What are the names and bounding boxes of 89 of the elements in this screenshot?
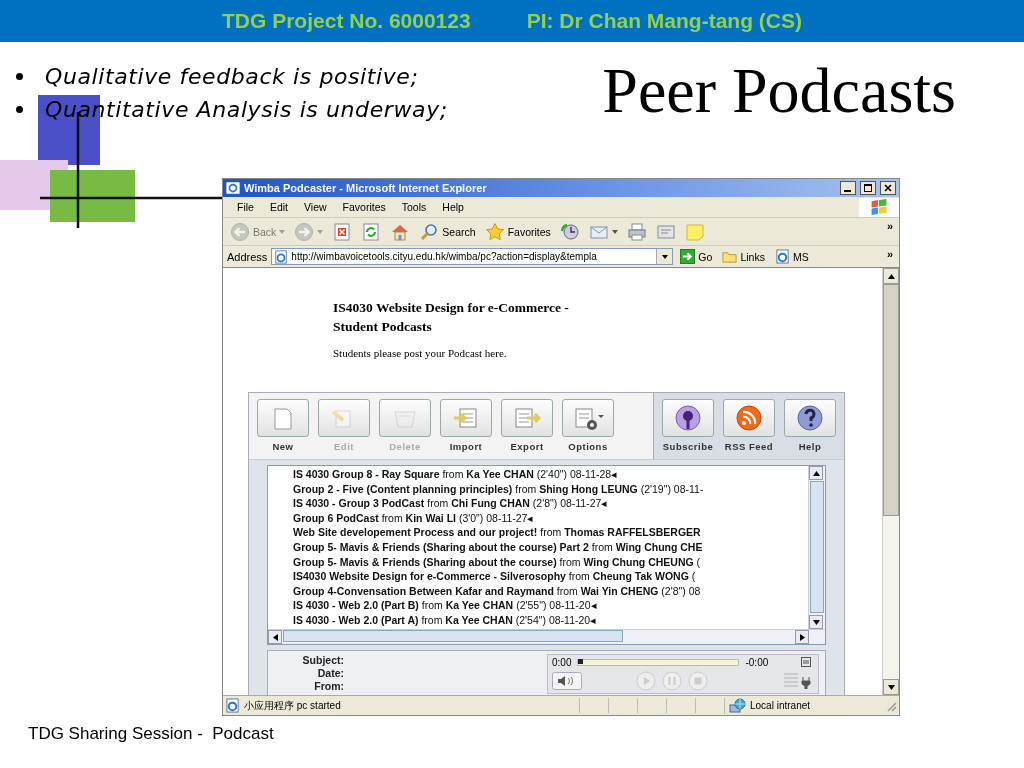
episode-row[interactable]: IS 4030 - Web 2.0 (Part B) from Ka Yee CHAN (2'55") 08-11-20◂: [293, 598, 808, 613]
scrollbar[interactable]: [268, 629, 825, 644]
episode-row[interactable]: Group 4-Convensation Between Kafar and Raymand from Wai Yin CHENG (2'8") 08: [293, 583, 808, 599]
menu-item[interactable]: Favorites: [334, 201, 394, 213]
episode-row[interactable]: IS 4030 Group 8 - Ray Square from Ka Yee CHAN (2'40") 08-11-28◂: [293, 467, 808, 482]
app-icon: [226, 181, 240, 195]
folder-icon: [722, 249, 738, 264]
plug-icon: [801, 677, 811, 689]
arrow-icon: [887, 273, 895, 279]
bullet-icon: [16, 73, 23, 80]
page-icon: [274, 249, 289, 264]
intranet-icon: [729, 697, 747, 714]
close-button[interactable]: [880, 181, 896, 195]
help-icon: [794, 403, 826, 433]
scrollbar[interactable]: [882, 268, 899, 695]
menu-icon[interactable]: [801, 657, 811, 667]
episode-row[interactable]: IS4030 Website Design for e-Commerce - Silverosophy from Cheung Tak WONG (: [293, 569, 808, 584]
window-title: Wimba Podcaster - Microsoft Internet Explorer: [244, 182, 488, 194]
caret-icon: [661, 254, 668, 259]
caret-icon: [279, 229, 286, 234]
note-icon: [684, 221, 705, 242]
arrow-icon: [887, 684, 895, 690]
page-icon: [225, 698, 240, 713]
go-arrow-icon: [680, 249, 696, 264]
page-heading: IS4030 Website Design for e-Commerce - Student Podcasts: [333, 299, 570, 336]
volume-icon[interactable]: [552, 672, 582, 690]
links-button[interactable]: Links: [719, 248, 768, 265]
favorites-button[interactable]: Favorites: [481, 220, 554, 243]
bullet-icon: [16, 106, 23, 113]
progress-track[interactable]: [577, 659, 740, 666]
bullet-text: Qualitative feedback is positive;: [45, 64, 419, 89]
play-icon[interactable]: [636, 671, 656, 691]
episode-row[interactable]: Web Site developement Process and our project! from Thomas RAFFELSBERGER: [293, 525, 808, 540]
back-icon: [230, 221, 250, 242]
podcast-icon: [672, 403, 704, 433]
search-icon: [419, 221, 440, 242]
project-number: TDG Project No. 6000123: [222, 9, 471, 33]
menu-item[interactable]: Help: [434, 201, 472, 213]
stop-icon[interactable]: [688, 671, 708, 691]
episode-row[interactable]: IS 4030 - Group 3 PodCast from Chi Fung CHAN (2'8") 08-11-27◂: [293, 496, 808, 511]
refresh-icon: [361, 221, 382, 242]
detail-label: Subject:: [302, 654, 344, 666]
menu-item[interactable]: Tools: [393, 201, 435, 213]
episode-row[interactable]: Group 2 - Five (Content planning principles) from Shing Hong LEUNG (2'19") 08-11-: [293, 481, 808, 497]
star-icon: [484, 221, 505, 242]
more-links-button[interactable]: »: [886, 248, 893, 260]
episode-row[interactable]: Group 5- Mavis & Friends (Sharing about the course) from Wing Chung CHEUNG (: [293, 554, 808, 570]
menu-item[interactable]: View: [296, 201, 335, 213]
maximize-button[interactable]: [860, 181, 876, 195]
principal-investigator: PI: Dr Chan Mang-tang (CS): [526, 9, 802, 33]
printer-icon: [626, 221, 647, 242]
elapsed-time: 0:00: [552, 657, 572, 668]
slide-title: Peer Podcasts: [602, 54, 956, 128]
close-icon: [884, 184, 892, 192]
arrow-icon: [812, 470, 820, 476]
caret-icon: [611, 229, 618, 234]
scrollbar[interactable]: [808, 466, 825, 629]
arrow-icon: [272, 633, 278, 641]
minimize-button[interactable]: [840, 181, 856, 195]
stop-icon: [332, 221, 353, 242]
address-field[interactable]: http://wimbavoicetools.cityu.edu.hk/wimba/pc?action=display&templa: [271, 248, 674, 265]
address-label: Address: [227, 250, 268, 263]
episode-row[interactable]: Group 6 PodCast from Kin Wai LI (3'0") 08-11-27◂: [293, 510, 808, 526]
caret-icon: [317, 229, 324, 234]
level-meter-icon: [784, 672, 798, 690]
detail-label: From:: [314, 680, 344, 692]
forward-icon: [294, 221, 315, 242]
zone-text: Local intranet: [750, 700, 811, 711]
intro-text: Students please post your Podcast here.: [333, 347, 508, 359]
menu-item[interactable]: File: [229, 201, 262, 213]
more-tools-button[interactable]: »: [886, 220, 893, 232]
resize-grip-icon[interactable]: [885, 699, 897, 712]
remaining-time: -0:00: [745, 657, 769, 668]
status-text: 小应用程序 pc started: [244, 698, 341, 713]
episode-row[interactable]: Group 5- Mavis & Friends (Sharing about the course) Part 2 from Wing Chung CHE: [293, 539, 808, 555]
episode-row[interactable]: IS 4030 - Web 2.0 (Part A) from Ka Yee CHAN (2'54") 08-11-20◂: [293, 612, 808, 628]
search-button[interactable]: Search: [416, 220, 479, 243]
page-icon: [774, 249, 790, 264]
go-button[interactable]: Go: [677, 248, 716, 265]
footer-text: TDG Sharing Session - Podcast: [27, 723, 275, 744]
menu-item[interactable]: Edit: [261, 201, 296, 213]
detail-label: Date:: [317, 667, 344, 679]
maximize-icon: [864, 184, 872, 192]
progress-thumb[interactable]: [578, 659, 584, 664]
rss-icon: [733, 403, 765, 433]
clock-icon: [559, 221, 580, 242]
pause-icon[interactable]: [662, 671, 682, 691]
link-button[interactable]: MS: [771, 248, 812, 265]
flag-icon: [869, 198, 889, 216]
